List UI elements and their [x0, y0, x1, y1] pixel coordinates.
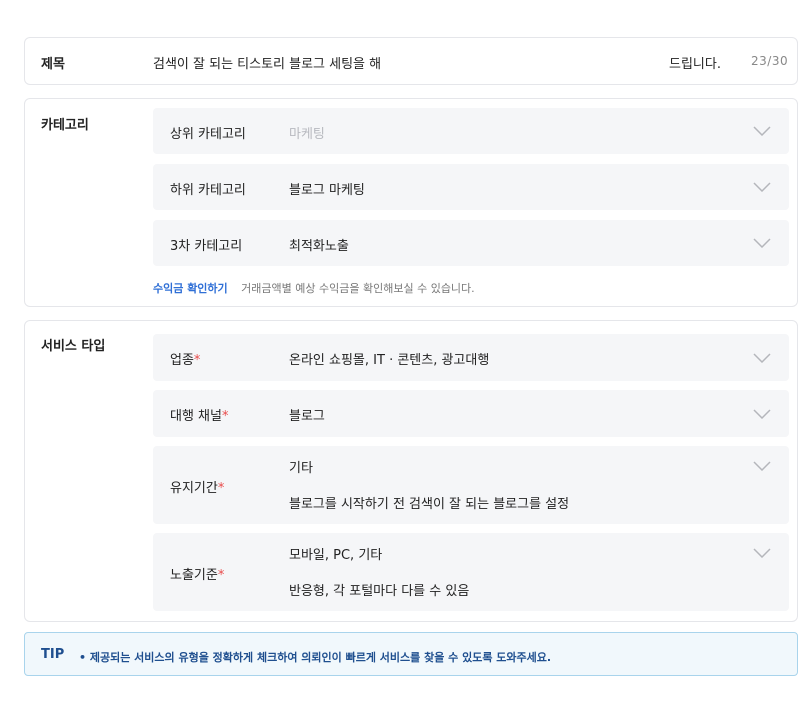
service-type-section: 서비스 타입 업종* 온라인 쇼핑몰, IT · 콘텐츠, 광고대행 대행 채널…	[24, 320, 798, 622]
required-mark: *	[217, 481, 225, 496]
chevron-down-icon[interactable]	[753, 548, 771, 558]
title-input-tail[interactable]: 드립니다.	[669, 53, 721, 72]
channel-value: 블로그	[289, 409, 325, 424]
top-category-value: 마케팅	[289, 127, 325, 142]
title-label: 제목	[41, 57, 65, 72]
period-select[interactable]: 유지기간* 기타 블로그를 시작하기 전 검색이 잘 되는 블로그를 설정	[153, 446, 789, 524]
chevron-down-icon[interactable]	[753, 126, 771, 136]
chevron-down-icon[interactable]	[753, 238, 771, 248]
sub-category-value: 블로그 마케팅	[289, 183, 365, 198]
period-label: 유지기간*	[170, 481, 225, 496]
chevron-down-icon[interactable]	[753, 182, 771, 192]
title-input[interactable]: 검색이 잘 되는 티스토리 블로그 세팅을 해	[153, 53, 673, 72]
industry-select[interactable]: 업종* 온라인 쇼핑몰, IT · 콘텐츠, 광고대행	[153, 334, 789, 381]
category-section: 카테고리 상위 카테고리 마케팅 하위 카테고리 블로그 마케팅 3차 카테고리…	[24, 98, 798, 307]
title-section: 제목 검색이 잘 되는 티스토리 블로그 세팅을 해 드립니다. 23/30	[24, 37, 798, 85]
title-char-counter: 23/30	[751, 54, 789, 68]
third-category-value: 최적화노출	[289, 239, 349, 254]
top-category-select[interactable]: 상위 카테고리 마케팅	[153, 108, 789, 154]
period-value: 기타	[289, 461, 313, 476]
industry-label: 업종*	[170, 353, 201, 368]
third-category-label: 3차 카테고리	[170, 239, 243, 254]
channel-label: 대행 채널*	[170, 409, 229, 424]
exposure-value: 모바일, PC, 기타	[289, 548, 383, 563]
tip-box: TIP • 제공되는 서비스의 유형을 정확하게 체크하여 의뢰인이 빠르게 서…	[24, 632, 798, 676]
profit-info-row: 수익금 확인하기 거래금액별 예상 수익금을 확인해보실 수 있습니다.	[153, 280, 475, 296]
exposure-label: 노출기준*	[170, 568, 225, 583]
required-mark: *	[193, 353, 201, 368]
exposure-select[interactable]: 노출기준* 모바일, PC, 기타 반응형, 각 포털마다 다를 수 있음	[153, 533, 789, 611]
period-detail: 블로그를 시작하기 전 검색이 잘 되는 블로그를 설정	[289, 497, 570, 512]
required-mark: *	[217, 568, 225, 583]
profit-check-link[interactable]: 수익금 확인하기	[153, 282, 228, 295]
chevron-down-icon[interactable]	[753, 409, 771, 419]
tip-title: TIP	[41, 647, 65, 662]
tip-text: • 제공되는 서비스의 유형을 정확하게 체크하여 의뢰인이 빠르게 서비스를 …	[79, 651, 552, 664]
top-category-label: 상위 카테고리	[170, 127, 246, 142]
exposure-detail: 반응형, 각 포털마다 다를 수 있음	[289, 584, 470, 599]
service-type-label: 서비스 타입	[41, 339, 106, 354]
profit-description: 거래금액별 예상 수익금을 확인해보실 수 있습니다.	[241, 282, 475, 295]
channel-select[interactable]: 대행 채널* 블로그	[153, 390, 789, 437]
category-label: 카테고리	[41, 118, 89, 133]
third-category-select[interactable]: 3차 카테고리 최적화노출	[153, 220, 789, 266]
required-mark: *	[221, 409, 229, 424]
chevron-down-icon[interactable]	[753, 353, 771, 363]
industry-value: 온라인 쇼핑몰, IT · 콘텐츠, 광고대행	[289, 353, 490, 368]
sub-category-select[interactable]: 하위 카테고리 블로그 마케팅	[153, 164, 789, 210]
sub-category-label: 하위 카테고리	[170, 183, 246, 198]
chevron-down-icon[interactable]	[753, 461, 771, 471]
